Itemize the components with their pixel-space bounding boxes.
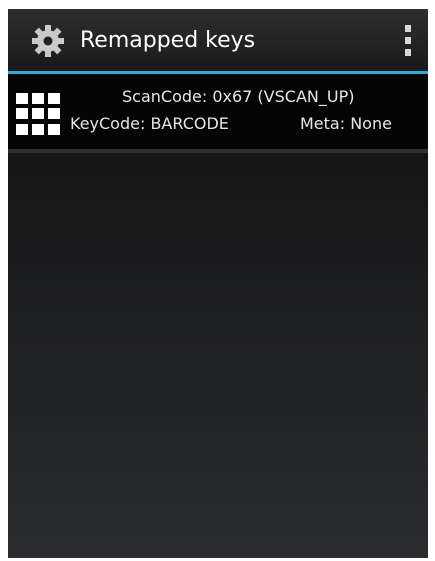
keycode-label: KeyCode: BARCODE — [70, 114, 229, 133]
app-screen: Remapped keys ScanCode: 0x67 (VSCAN_UP) … — [8, 9, 428, 558]
overflow-dot — [405, 49, 411, 56]
overflow-dot — [405, 37, 411, 44]
page-title: Remapped keys — [80, 28, 256, 53]
remapped-key-item[interactable]: ScanCode: 0x67 (VSCAN_UP) KeyCode: BARCO… — [8, 75, 428, 149]
list-divider — [8, 149, 428, 153]
meta-label: Meta: None — [300, 114, 392, 133]
overflow-dot — [405, 25, 411, 32]
action-bar: Remapped keys — [8, 9, 428, 71]
overflow-menu-icon[interactable] — [401, 25, 415, 57]
gear-icon — [32, 25, 64, 57]
scancode-label: ScanCode: 0x67 (VSCAN_UP) — [122, 87, 355, 106]
keypad-icon — [16, 93, 60, 135]
action-bar-divider — [8, 71, 428, 74]
